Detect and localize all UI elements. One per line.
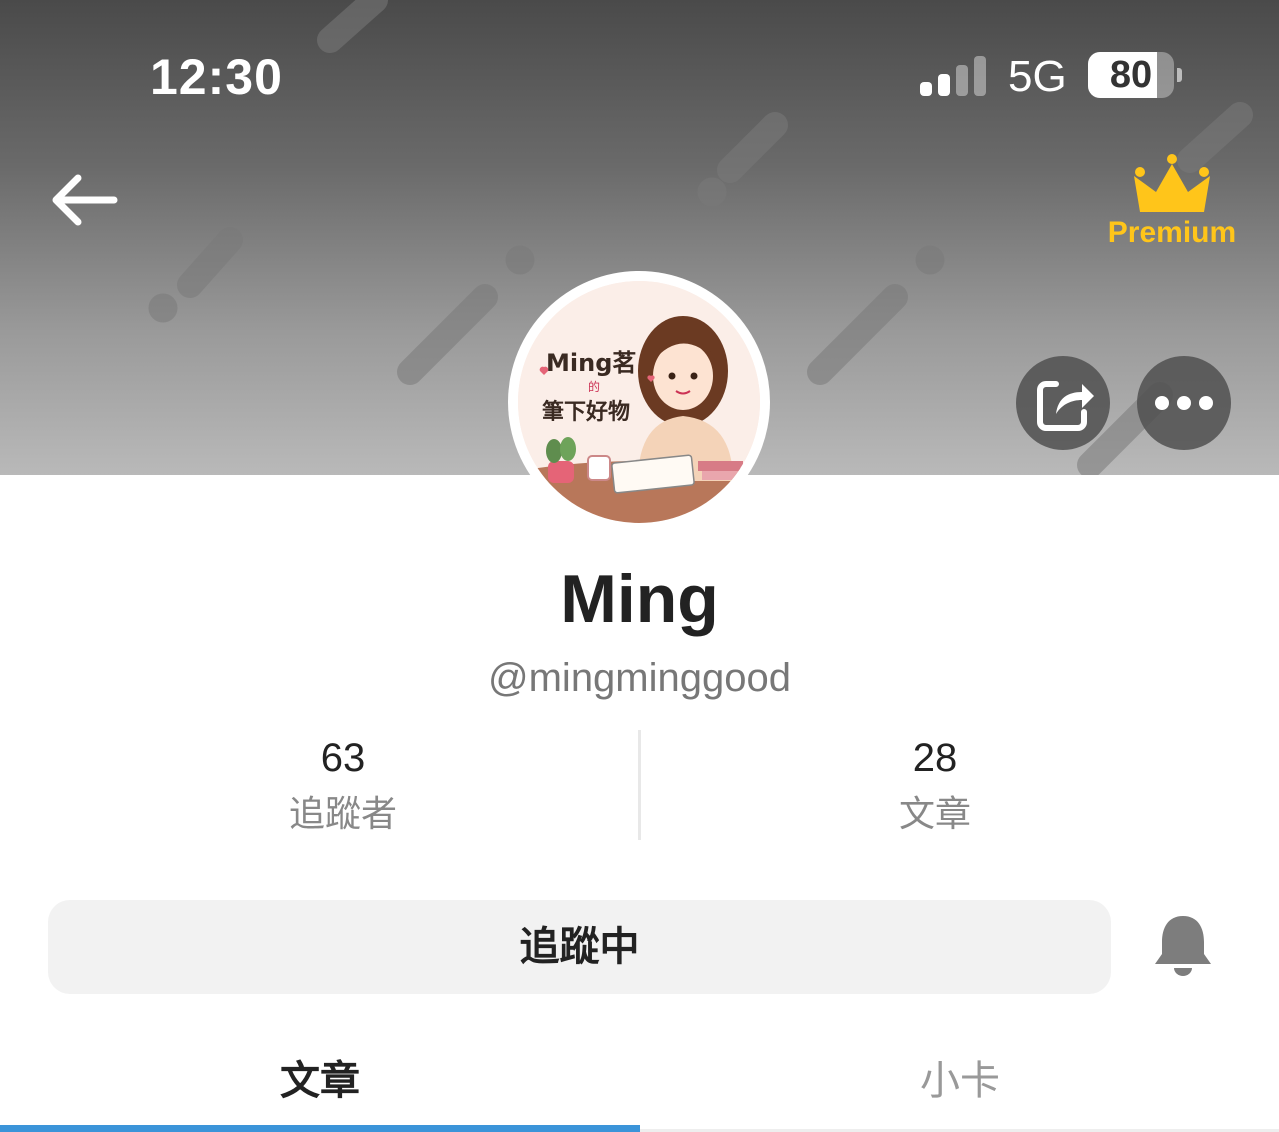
followers-count: 63 xyxy=(320,736,366,780)
avatar-text-3: 筆下好物 xyxy=(542,399,630,425)
share-button[interactable] xyxy=(1016,356,1110,450)
avatar[interactable]: Ming茗 的 筆下好物 xyxy=(508,271,770,533)
battery-icon: 80 xyxy=(1088,52,1174,98)
premium-label: Premium xyxy=(1107,216,1237,249)
more-dots-icon xyxy=(1155,396,1213,410)
followers-stat[interactable]: 63 追蹤者 xyxy=(193,736,493,837)
tab-cards[interactable]: 小卡 xyxy=(640,1048,1279,1106)
stats-divider xyxy=(638,730,641,840)
arrow-left-icon[interactable] xyxy=(48,170,120,230)
signal-icon xyxy=(920,56,986,96)
share-icon xyxy=(1037,381,1094,431)
articles-stat[interactable]: 28 文章 xyxy=(785,736,1085,837)
profile-name: Ming xyxy=(560,561,719,637)
articles-label: 文章 xyxy=(898,793,971,834)
following-button[interactable]: 追蹤中 xyxy=(48,900,1111,994)
status-time: 12:30 xyxy=(150,49,283,105)
avatar-text-1: Ming茗 xyxy=(546,349,636,377)
avatar-image: Ming茗 的 筆下好物 xyxy=(518,281,760,523)
more-button[interactable] xyxy=(1137,356,1231,450)
active-tab-indicator xyxy=(0,1125,640,1132)
network-type: 5G xyxy=(1008,52,1067,101)
followers-label: 追蹤者 xyxy=(288,793,397,834)
avatar-text-2: 的 xyxy=(588,379,600,394)
articles-count: 28 xyxy=(912,736,958,780)
battery-tip xyxy=(1177,68,1182,82)
battery-level: 80 xyxy=(1109,54,1153,96)
bell-icon[interactable] xyxy=(1150,912,1216,982)
profile-handle: @mingminggood xyxy=(488,656,791,700)
crown-icon xyxy=(1134,154,1210,212)
avatar-illustration: Ming茗 的 筆下好物 xyxy=(518,281,760,523)
tab-articles[interactable]: 文章 xyxy=(0,1048,640,1106)
premium-badge[interactable]: Premium xyxy=(1102,150,1242,260)
